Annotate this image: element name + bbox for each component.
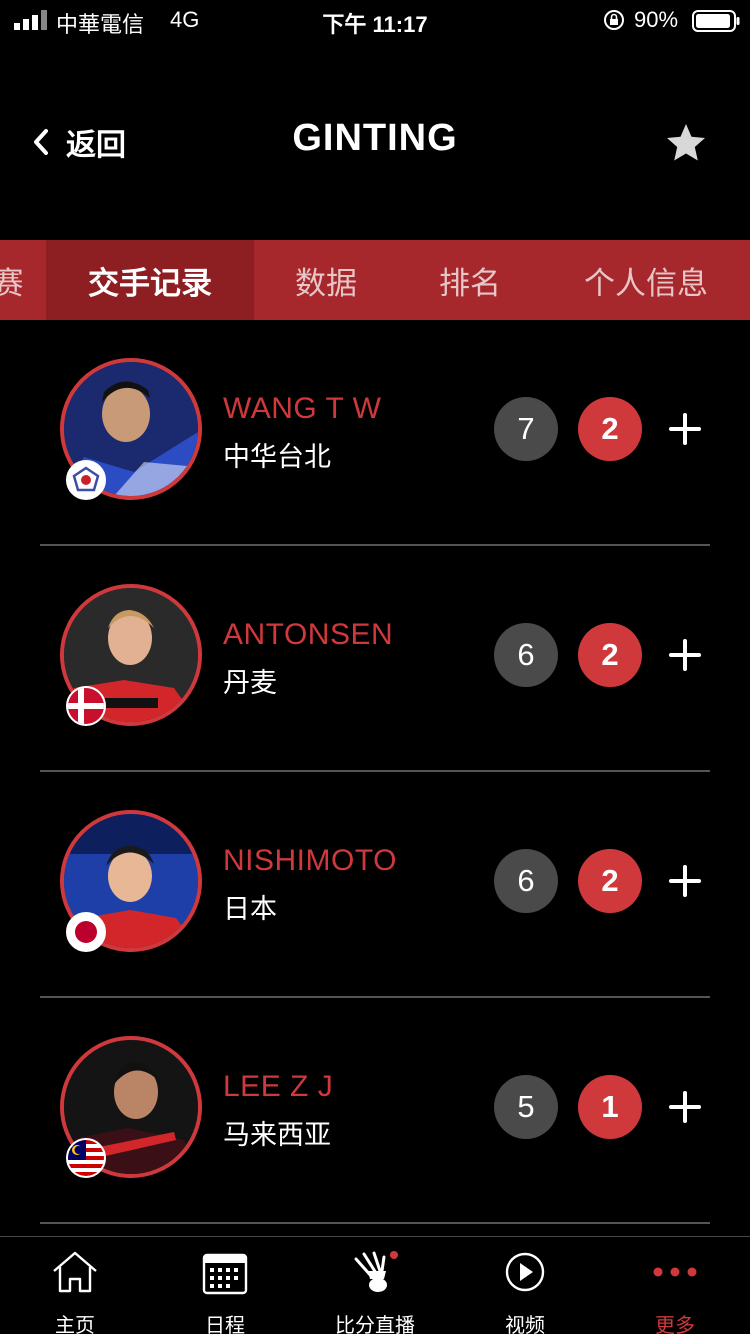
home-icon [53,1251,97,1293]
star-icon[interactable] [664,121,708,165]
losses-badge: 2 [578,849,642,913]
player-country: 中华台北 [223,442,331,472]
bottom-tab-label: 比分直播 [335,1315,415,1334]
plus-icon[interactable] [668,1090,702,1124]
player-name: NISHIMOTO [223,844,397,877]
tab-bar: 赛 交手记录 数据 排名 个人信息 [0,240,750,320]
wins-badge: 6 [494,849,558,913]
calendar-icon [202,1253,248,1295]
plus-icon[interactable] [668,864,702,898]
bottom-tab-more[interactable]: 更多 [600,1237,750,1334]
bottom-tab-schedule[interactable]: 日程 [150,1237,300,1334]
tab-ranking[interactable]: 排名 [398,240,542,320]
player-name: ANTONSEN [223,618,394,651]
losses-badge: 2 [578,623,642,687]
wins-badge: 5 [494,1075,558,1139]
opponent-list: WANG T W 中华台北 7 2 ANTONSEN 丹麦 6 2 NISHIM… [0,320,750,1224]
list-item[interactable]: NISHIMOTO 日本 6 2 [0,772,750,998]
losses-badge: 2 [578,397,642,461]
tab-matches[interactable]: 赛 [0,240,46,320]
bottom-tab-label: 更多 [655,1315,695,1334]
bottom-tab-bar: 主页 日程 比分直播 视频 更多 [0,1236,750,1334]
status-bar: 中華電信 4G 下午 11:17 90% [0,0,750,40]
tab-head-to-head[interactable]: 交手记录 [46,240,254,320]
plus-icon[interactable] [668,638,702,672]
play-icon [505,1252,545,1292]
denmark-flag-icon [66,686,106,726]
bottom-tab-live-score[interactable]: 比分直播 [300,1237,450,1334]
battery-percent: 90% [634,7,679,32]
list-item[interactable]: ANTONSEN 丹麦 6 2 [0,546,750,772]
player-name: WANG T W [223,392,382,425]
wins-badge: 6 [494,623,558,687]
page-title: GINTING [292,117,458,159]
tab-stats[interactable]: 数据 [254,240,398,320]
plus-icon[interactable] [668,412,702,446]
orientation-lock-icon [604,10,624,30]
player-country: 日本 [223,894,277,924]
malaysia-flag-icon [66,1138,106,1178]
player-country: 丹麦 [223,668,277,698]
bottom-tab-label: 日程 [205,1315,245,1334]
bottom-tab-home[interactable]: 主页 [0,1237,150,1334]
nav-header: 返回 GINTING [0,95,750,185]
player-country: 马来西亚 [223,1120,331,1150]
chinese-taipei-flag-icon [66,460,106,500]
wins-badge: 7 [494,397,558,461]
shuttlecock-icon [354,1251,398,1292]
list-item[interactable]: WANG T W 中华台北 7 2 [0,320,750,546]
battery-icon [692,10,740,32]
japan-flag-icon [66,912,106,952]
bottom-tab-label: 主页 [55,1315,95,1334]
losses-badge: 1 [578,1075,642,1139]
tab-profile[interactable]: 个人信息 [542,240,750,320]
bottom-tab-video[interactable]: 视频 [450,1237,600,1334]
more-icon [653,1267,697,1277]
bottom-tab-label: 视频 [505,1315,545,1334]
list-item[interactable]: LEE Z J 马来西亚 5 1 [0,998,750,1224]
player-name: LEE Z J [223,1070,334,1103]
